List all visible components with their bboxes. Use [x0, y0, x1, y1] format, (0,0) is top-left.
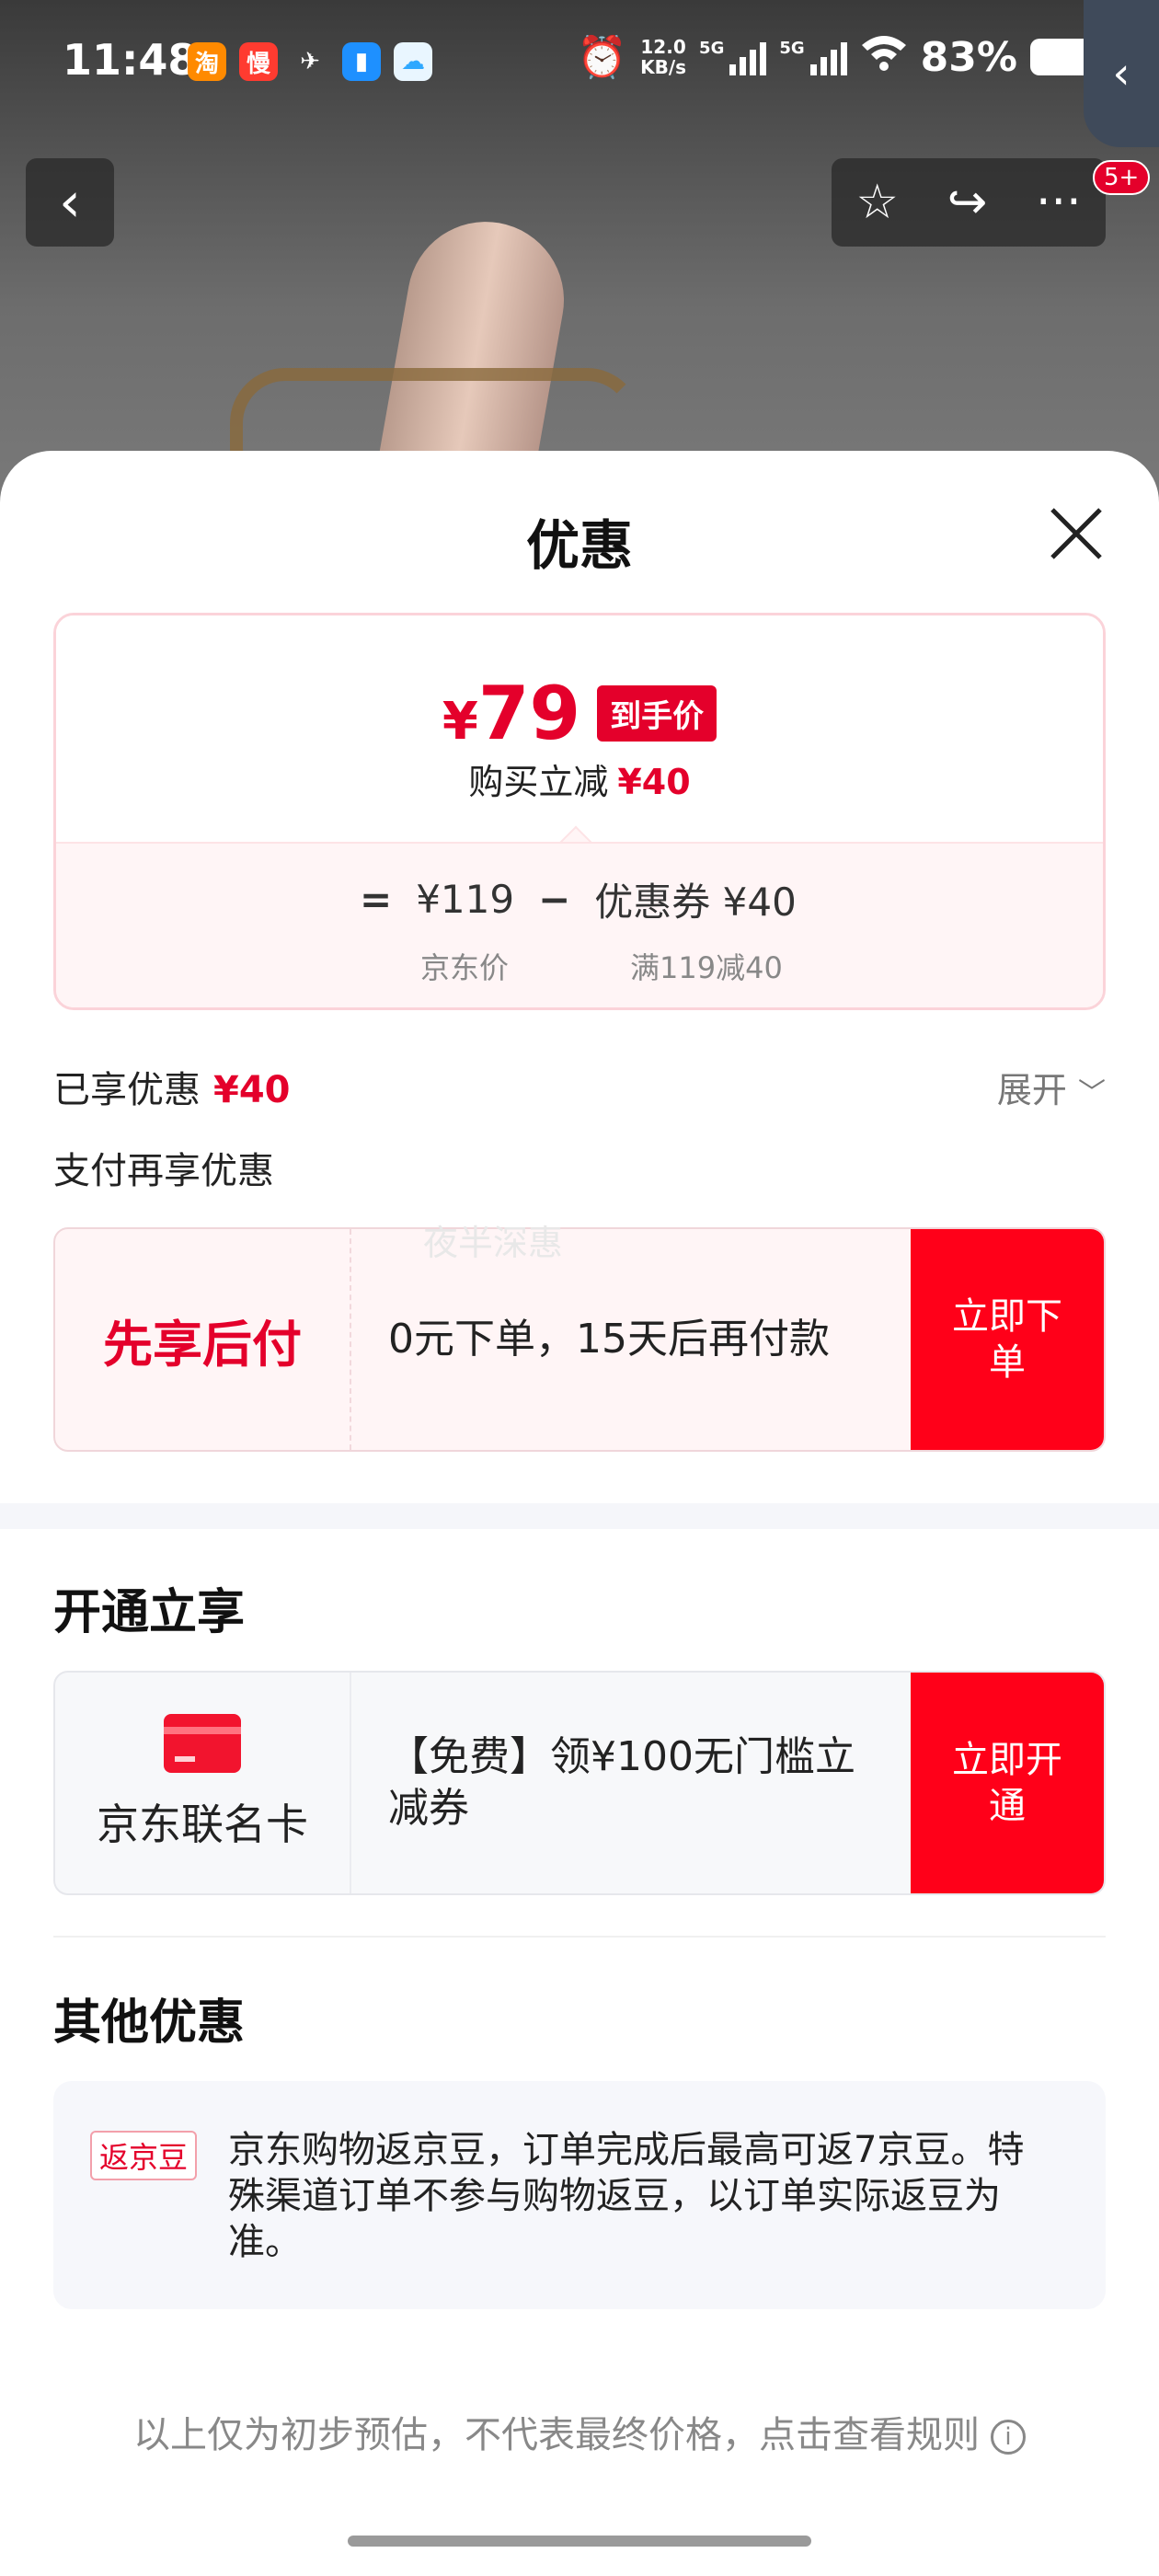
close-icon[interactable] [1047, 504, 1106, 563]
chevron-left-icon: ‹ [59, 170, 81, 235]
phone-manager-icon: ▮ [342, 42, 381, 81]
reduce-line: 购买立减 ¥40 [56, 753, 1103, 804]
jd-price: ¥119 [416, 877, 515, 922]
credit-card-icon [164, 1714, 241, 1773]
more-icon[interactable]: ··· [1036, 175, 1082, 230]
bird-icon: ✈ [300, 48, 320, 75]
home-indicator[interactable] [348, 2536, 811, 2547]
net-speed-unit: KB/s [640, 56, 687, 78]
open-now-button[interactable]: 立即开通 [911, 1673, 1104, 1893]
expand-button[interactable]: 展开 ﹀ [997, 1062, 1106, 1112]
status-right: ⏰ 12.0 KB/s 5G 5G 83% [577, 33, 1095, 81]
discount-sheet: 优惠 ¥79 到手价 购买立减 ¥40 = ¥119 − 优惠券 ¥40 京东价 … [0, 451, 1159, 2576]
status-bar: 11:48 淘 慢 ✈ ▮ ☁ ⏰ 12.0 KB/s 5G 5G 83% ‹ [0, 0, 1159, 147]
cobrand-card: 京东联名卡 【免费】领¥100无门槛立减券 立即开通 [53, 1671, 1106, 1895]
other-section-title: 其他优惠 [53, 1995, 246, 2051]
section-divider [0, 1503, 1159, 1529]
footnote-text: 以上仅为初步预估，不代表最终价格，点击查看规则 [133, 2414, 980, 2456]
final-price-line: ¥79 到手价 [56, 671, 1103, 756]
status-time: 11:48 [63, 35, 198, 85]
sig2-label: 5G [779, 39, 805, 58]
sheet-title: 优惠 [525, 514, 633, 577]
expand-label: 展开 [996, 1070, 1067, 1110]
minus-sign: − [538, 877, 571, 922]
taobao-special-icon: 淘 [188, 42, 226, 81]
order-now-button[interactable]: 立即下单 [911, 1229, 1104, 1450]
signal-icon-1: 5G [699, 39, 767, 75]
pay-again-title: 支付再享优惠 [53, 1150, 274, 1192]
wifi-icon [860, 34, 908, 81]
jd-price-label: 京东价 [420, 950, 510, 985]
enjoyed-discount: 已享优惠 ¥40 [53, 1060, 291, 1113]
status-app-icons: 淘 慢 ✈ ▮ ☁ [188, 42, 432, 81]
top-actions: ☆ ↪ ··· [832, 158, 1106, 247]
chevron-down-icon: ﹀ [1078, 1077, 1106, 1110]
sig1-label: 5G [699, 39, 725, 58]
equals-sign: = [360, 877, 393, 922]
man-app-icon: 慢 [239, 42, 278, 81]
cobrand-card-left: 京东联名卡 [55, 1673, 351, 1893]
ai-cloud-icon: ☁ [394, 42, 432, 81]
bnpl-title: 先享后付 [55, 1229, 351, 1450]
signal-icon-2: 5G [779, 39, 847, 75]
reduce-amount: ¥40 [617, 762, 691, 802]
jd-bean-text: 京东购物返京豆，订单完成后最高可返7京豆。特殊渠道订单不参与购物返豆，以订单实际… [228, 2129, 1025, 2263]
cobrand-desc: 【免费】领¥100无门槛立减券 [388, 1733, 855, 1832]
jd-bean-tag: 返京豆 [90, 2131, 198, 2180]
coupon-condition: 满119减40 [630, 950, 783, 985]
other-discount-box: 返京豆 京东购物返京豆，订单完成后最高可返7京豆。特殊渠道订单不参与购物返豆，以… [53, 2081, 1106, 2309]
favorite-star-icon[interactable]: ☆ [855, 175, 899, 230]
final-price-tag: 到手价 [597, 685, 717, 742]
price-card: ¥79 到手价 购买立减 ¥40 = ¥119 − 优惠券 ¥40 京东价 满11… [53, 613, 1106, 1010]
cobrand-card-name: 京东联名卡 [97, 1800, 308, 1849]
watermark-text: 夜半深惠 [423, 1223, 564, 1263]
divider-line [53, 1936, 1106, 1938]
message-badge: 5+ [1093, 160, 1151, 195]
share-icon[interactable]: ↪ [947, 175, 988, 230]
coupon-amount: 优惠券 ¥40 [594, 880, 797, 925]
net-speed: 12.0 KB/s [640, 37, 686, 77]
back-button[interactable]: ‹ [26, 158, 114, 247]
net-speed-value: 12.0 [640, 36, 686, 58]
battery-percent: 83% [920, 33, 1017, 81]
bnpl-card: 先享后付 0元下单，15天后再付款 立即下单 [53, 1227, 1106, 1452]
currency-symbol: ¥ [442, 692, 478, 752]
final-price: ¥79 [442, 671, 580, 756]
price-breakdown: = ¥119 − 优惠券 ¥40 京东价 满119减40 [56, 842, 1103, 1007]
alarm-icon: ⏰ [577, 34, 628, 81]
side-collapse-tab[interactable]: ‹ [1084, 0, 1159, 147]
open-section-title: 开通立享 [53, 1585, 246, 1640]
final-price-value: 79 [477, 671, 581, 756]
rules-footnote[interactable]: 以上仅为初步预估，不代表最终价格，点击查看规则 i [0, 2405, 1159, 2458]
enjoyed-amount: ¥40 [213, 1069, 291, 1111]
price-formula: = ¥119 − 优惠券 ¥40 [360, 871, 797, 927]
reduce-label: 购买立减 [468, 762, 609, 802]
enjoyed-label: 已享优惠 [53, 1069, 201, 1111]
price-card-top: ¥79 到手价 购买立减 ¥40 [56, 615, 1103, 842]
info-icon: i [991, 2420, 1026, 2455]
